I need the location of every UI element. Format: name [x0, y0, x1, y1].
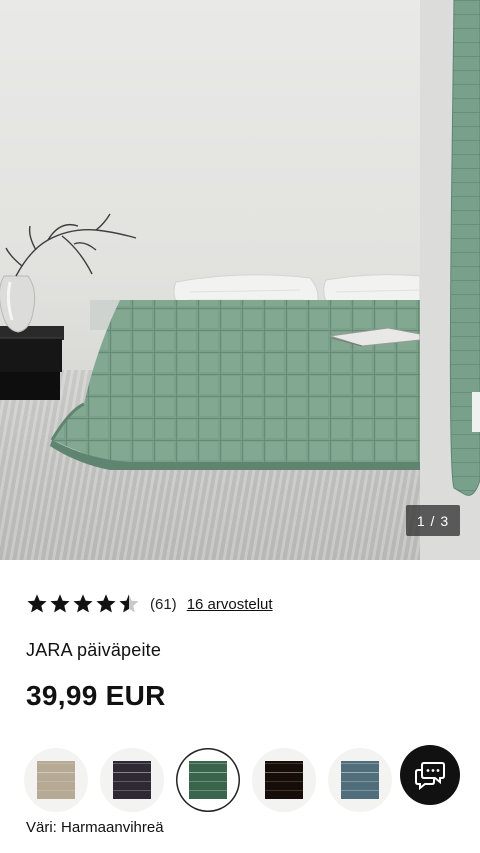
swatch-thumbnail	[341, 761, 379, 799]
nightstand	[0, 326, 64, 400]
folded-bedspread	[420, 0, 480, 560]
swatch-thumbnail	[37, 761, 75, 799]
product-image-2-peek[interactable]	[420, 0, 480, 560]
bedroom-scene	[0, 213, 420, 470]
image-counter: 1 / 3	[406, 505, 460, 536]
swatch-thumbnail	[189, 761, 227, 799]
product-title: JARA päiväpeite	[26, 640, 162, 660]
star-full-icon	[50, 594, 70, 613]
product-image-gallery[interactable]: 1 / 3	[0, 0, 480, 560]
color-swatch-dark-brown[interactable]	[252, 748, 316, 812]
product-image-1[interactable]	[0, 0, 420, 560]
star-half-icon	[119, 594, 139, 613]
star-full-icon	[96, 594, 116, 613]
selected-color-label: Väri: Harmaanvihreä	[26, 819, 164, 836]
color-swatch-blue-grey[interactable]	[328, 748, 392, 812]
product-price: 39,99 EUR	[26, 680, 166, 711]
color-swatches	[24, 748, 392, 814]
star-full-icon	[73, 594, 93, 613]
color-swatch-purple-grey[interactable]	[100, 748, 164, 812]
branch-decoration	[5, 213, 137, 277]
rating-count: (61)	[150, 595, 177, 613]
star-full-icon	[27, 594, 47, 613]
vase	[0, 275, 36, 333]
rating-row[interactable]: (61) 16 arvostelut	[26, 592, 273, 616]
star-rating	[26, 593, 140, 615]
color-swatch-grey-green[interactable]	[176, 748, 240, 812]
swatch-thumbnail	[265, 761, 303, 799]
chat-bubbles-icon	[415, 762, 445, 790]
swatch-thumbnail	[113, 761, 151, 799]
color-swatch-beige[interactable]	[24, 748, 88, 812]
chat-button[interactable]	[400, 745, 460, 805]
reviews-link[interactable]: 16 arvostelut	[187, 596, 273, 613]
